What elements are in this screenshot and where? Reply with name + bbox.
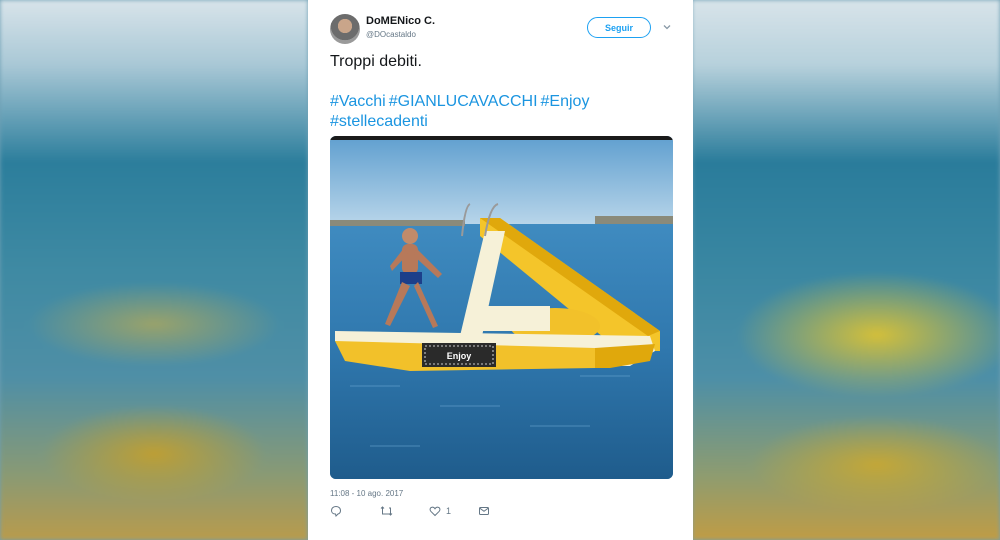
heart-icon — [429, 506, 441, 517]
retweet-button[interactable] — [380, 505, 393, 517]
user-handle[interactable]: @DOcastaldo — [366, 30, 416, 39]
hashtag-link[interactable]: #Enjoy — [541, 93, 590, 110]
hashtag-link[interactable]: #Vacchi — [330, 93, 386, 110]
blurred-background-right — [692, 0, 1000, 540]
hashtag-link[interactable]: #stellecadenti — [330, 113, 428, 130]
display-name[interactable]: DoMENico C. — [366, 15, 435, 27]
like-count: 1 — [446, 506, 452, 516]
envelope-icon — [479, 507, 489, 515]
tweet-timestamp[interactable]: 11:08 - 10 ago. 2017 — [330, 489, 403, 498]
reply-button[interactable] — [330, 505, 342, 517]
follow-button[interactable]: Seguir — [587, 17, 651, 38]
like-button[interactable]: 1 — [429, 505, 451, 517]
retweet-icon — [380, 506, 393, 516]
media-top-bar — [330, 136, 673, 140]
avatar[interactable] — [330, 14, 360, 44]
tweet-media-image[interactable]: Enjoy — [330, 136, 673, 479]
pedal-boat-photo: Enjoy — [330, 136, 673, 479]
hashtag-link[interactable]: #GIANLUCAVACCHI — [389, 93, 538, 110]
chevron-down-icon[interactable] — [662, 22, 672, 32]
tweet-card: DoMENico C. @DOcastaldo Seguir Troppi de… — [308, 0, 693, 540]
tweet-actions: 1 — [330, 505, 670, 523]
hashtag-list: #Vacchi #GIANLUCAVACCHI #Enjoy #stellecade… — [330, 92, 670, 132]
blurred-background-left — [0, 0, 308, 540]
tweet-text: Troppi debiti. — [330, 53, 422, 70]
enjoy-label: Enjoy — [447, 351, 472, 361]
reply-icon — [330, 505, 342, 517]
direct-message-button[interactable] — [478, 505, 490, 517]
